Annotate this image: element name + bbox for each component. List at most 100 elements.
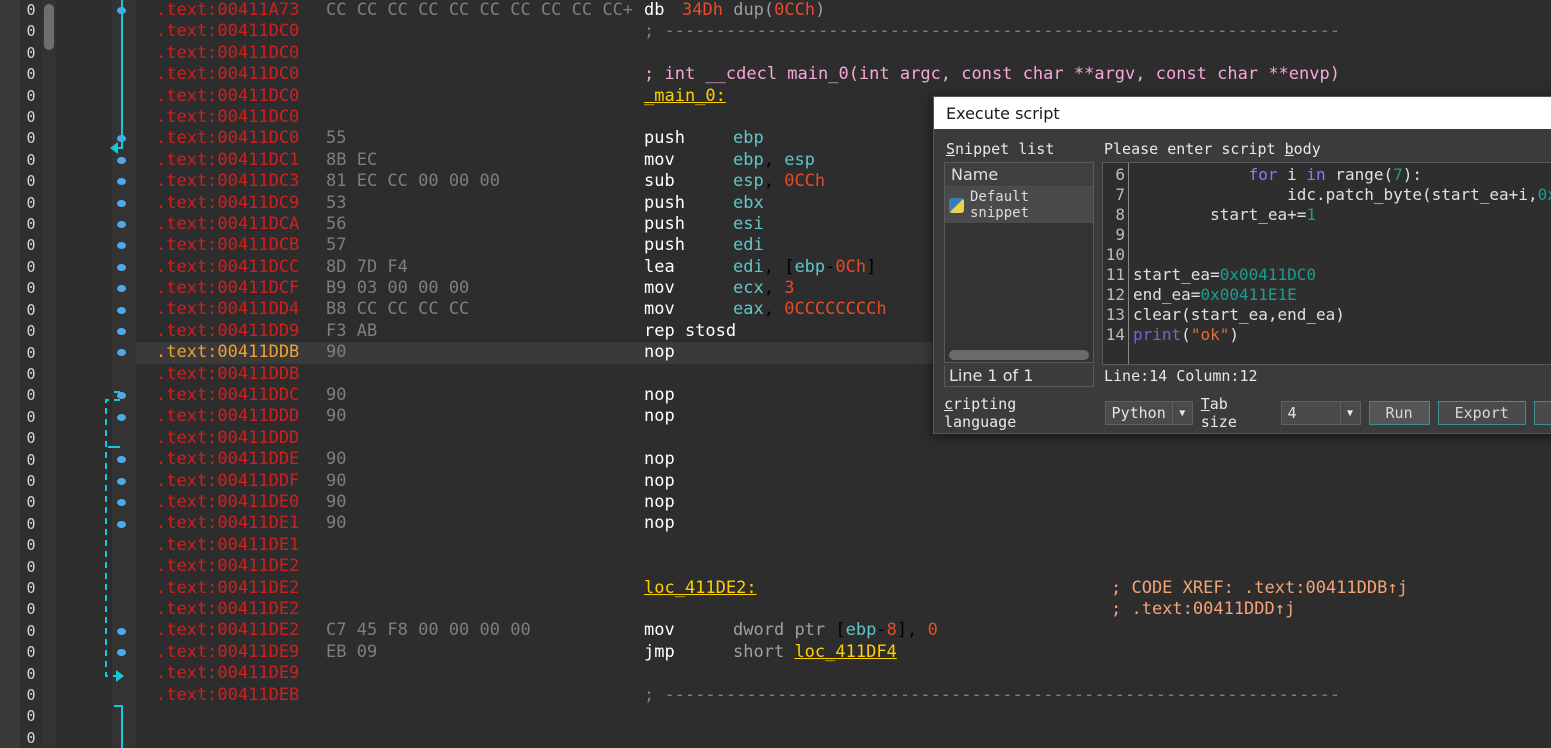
disasm-mnemonic: jmp (644, 641, 675, 662)
disasm-label[interactable]: _main_0: (644, 86, 726, 107)
snippet-list-box[interactable]: Name Default snippet (944, 162, 1094, 363)
disasm-address: .text:00411DE2 (156, 556, 300, 577)
disasm-row[interactable]: .text:00411DC0 (136, 43, 1551, 64)
disasm-row[interactable]: .text:00411DE2 loc_411DE2: ; CODE XREF: .t… (136, 578, 1551, 599)
disasm-operands: dword ptr [ebp-8], 0 (733, 620, 938, 641)
breakpoint-dot[interactable] (117, 199, 126, 207)
disasm-mnemonic: push (644, 235, 685, 256)
breakpoint-dot[interactable] (117, 520, 126, 528)
disasm-bytes: C7 45 F8 00 00 00 00 (326, 620, 531, 641)
disasm-address: .text:00411DE9 (156, 663, 300, 684)
graph-arrow-gutter (56, 0, 112, 748)
disasm-operands: short loc_411DF4 (733, 641, 897, 662)
execute-script-dialog[interactable]: Execute script Snippet list Name Default… (933, 96, 1551, 434)
breakpoint-dot[interactable] (117, 499, 126, 507)
breakpoint-dot[interactable] (117, 135, 126, 143)
breakpoint-dot[interactable] (117, 328, 126, 335)
breakpoint-dot[interactable] (117, 306, 126, 314)
disasm-bytes: 56 (326, 213, 347, 234)
tab-size-accel: T (1200, 395, 1210, 413)
disasm-address: .text:00411DCC (156, 256, 300, 277)
breakpoint-dot[interactable] (117, 263, 126, 271)
breakpoint-dot[interactable] (117, 285, 126, 293)
breakpoint-dot[interactable] (117, 7, 126, 14)
breakpoint-dot[interactable] (117, 221, 126, 228)
disasm-address: .text:00411DD9 (156, 320, 300, 341)
script-body-accel: b (1284, 140, 1294, 158)
disasm-bytes: 90 (326, 385, 347, 406)
disasm-row[interactable]: .text:00411A73 CC CC CC CC CC CC CC CC CC… (136, 0, 1551, 21)
disasm-bytes: F3 AB (326, 320, 378, 341)
disasm-row[interactable]: .text:00411DE2 ; .text:00411DDD↑j (136, 599, 1551, 620)
run-button[interactable]: Run (1368, 401, 1430, 425)
disasm-row[interactable]: .text:00411DE1 (136, 535, 1551, 556)
code-line: end_ea=0x00411E1E (1133, 285, 1297, 304)
disasm-address: .text:00411DC0 (156, 128, 300, 149)
disasm-mnemonic: nop (644, 449, 675, 470)
disasm-address: .text:00411DDE (156, 449, 300, 470)
disasm-address: .text:00411DDC (156, 385, 300, 406)
breakpoint-dot[interactable] (117, 413, 126, 421)
disasm-row[interactable]: .text:00411DDF 90 nop (136, 471, 1551, 492)
disasm-mnemonic: mov (644, 620, 675, 641)
snippet-column-header[interactable]: Name (945, 163, 1093, 187)
disasm-address: .text:00411DE0 (156, 491, 300, 512)
breakpoint-dot[interactable] (117, 392, 126, 400)
editor-code-area[interactable]: for i in range(7): idc.patch_byte(start_… (1129, 163, 1551, 364)
breakpoint-dot[interactable] (117, 477, 126, 485)
disasm-address: .text:00411DE2 (156, 598, 300, 619)
disasm-address: .text:00411DCF (156, 278, 300, 299)
breakpoint-dot[interactable] (117, 649, 126, 656)
disasm-address: .text:00411DDB (156, 363, 300, 384)
script-body-pane: Please enter script body 6 7 8 9 10 11 1… (1102, 139, 1551, 387)
disasm-mnemonic: push (644, 213, 685, 234)
chevron-down-icon-2[interactable]: ▼ (1339, 402, 1360, 424)
disasm-row[interactable]: .text:00411DE9 (136, 663, 1551, 684)
import-button[interactable]: Import (1533, 401, 1551, 425)
breakpoint-dot[interactable] (117, 349, 126, 357)
tab-size-select[interactable]: 4 ▼ (1280, 401, 1361, 425)
disasm-address: .text:00411DD4 (156, 299, 300, 320)
breakpoint-dot[interactable] (117, 456, 126, 464)
scrollbar-thumb[interactable] (44, 4, 54, 50)
disasm-row[interactable]: .text:00411DE1 90 nop (136, 513, 1551, 534)
snippet-hscroll-thumb[interactable] (949, 350, 1089, 360)
disasm-address: .text:00411DDF (156, 470, 300, 491)
disasm-row[interactable]: .text:00411DE0 90 nop (136, 492, 1551, 513)
disasm-address: .text:00411A73 (156, 0, 300, 20)
disasm-row[interactable]: .text:00411DC0 ; int __cdecl main_0(int a… (136, 64, 1551, 85)
disasm-row[interactable]: .text:00411DE9 EB 09 jmp short loc_411DF4 (136, 642, 1551, 663)
scripting-language-value: Python (1111, 404, 1166, 422)
scripting-language-label-rest: ripting language (944, 395, 1017, 431)
script-editor[interactable]: 6 7 8 9 10 11 12 13 14 for i in range(7)… (1102, 162, 1551, 365)
breakpoint-gutter[interactable] (112, 0, 136, 748)
snippet-horizontal-scrollbar[interactable] (945, 348, 1093, 362)
breakpoint-dot[interactable] (117, 156, 126, 164)
code-line: start_ea+=1 (1133, 205, 1317, 224)
disasm-label[interactable]: loc_411DE2: (644, 578, 757, 599)
export-button[interactable]: Export (1437, 401, 1526, 425)
scripting-language-select[interactable]: Python ▼ (1104, 401, 1193, 425)
disasm-address: .text:00411DEB (156, 684, 300, 705)
disasm-address: .text:00411DC9 (156, 192, 300, 213)
navigation-band[interactable] (0, 0, 20, 748)
disassembly-scrollbar[interactable] (42, 0, 56, 748)
snippet-list-pane: Snippet list Name Default snippet Line 1… (944, 139, 1094, 387)
disasm-row[interactable]: .text:00411DE2 C7 45 F8 00 00 00 00 mov dwo… (136, 620, 1551, 641)
disasm-row[interactable]: .text:00411DC0 ; ------------------------… (136, 21, 1551, 42)
disasm-row[interactable]: .text:00411DEB ; ------------------------… (136, 685, 1551, 706)
snippet-list-item[interactable]: Default snippet (945, 187, 1093, 223)
chevron-down-icon[interactable]: ▼ (1171, 402, 1192, 424)
breakpoint-dot[interactable] (117, 178, 126, 186)
snippet-list-empty-area[interactable] (945, 223, 1093, 348)
disasm-row[interactable]: .text:00411DE2 (136, 556, 1551, 577)
breakpoint-dot[interactable] (117, 627, 126, 635)
disasm-row[interactable]: .text:00411DDE 90 nop (136, 449, 1551, 470)
snippet-status: Line 1 of 1 (944, 365, 1094, 387)
disasm-mnemonic: mov (644, 149, 675, 170)
disasm-address: .text:00411DDD (156, 406, 300, 427)
disasm-address: .text:00411DDB (156, 342, 300, 363)
breakpoint-dot[interactable] (117, 242, 126, 250)
